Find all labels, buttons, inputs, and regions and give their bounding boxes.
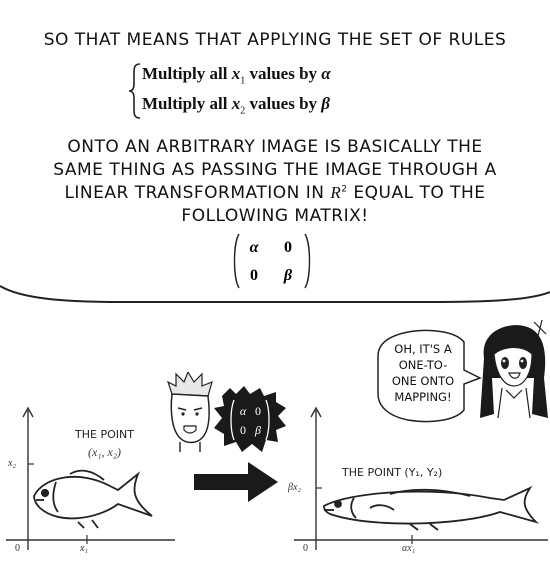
rule-2: Multiply all x2 values by β [142,94,330,117]
rules-brace [128,63,141,119]
right-x-axis-label: αx₁ [402,543,416,554]
right-y-axis-label: βx₂ [288,482,301,493]
fish-transformed [323,485,540,531]
speech-line-4: MAPPING! [394,390,452,404]
head-matrix-blob: α 0 0 β [214,386,286,452]
girl-character [480,319,548,419]
transformation-matrix: α 0 0 β [233,233,311,289]
svg-text:0: 0 [255,404,261,418]
right-origin: 0 [303,543,308,554]
left-x-axis-label: x₁ [80,543,88,554]
right-point-label: THE POINT (y₁, y₂) [342,466,443,479]
svg-text:0: 0 [240,423,246,437]
body-line-1: ONTO AN ARBITRARY IMAGE IS BASICALLY THE [67,137,483,157]
fish-original [33,469,153,529]
left-point-label: THE POINT [75,428,134,441]
svg-text:β: β [254,423,261,437]
svg-text:α: α [240,404,247,418]
matrix-a12: 0 [284,239,292,256]
body-line-3: LINEAR TRANSFORMATION IN R2 EQUAL TO THE [64,183,486,203]
left-plot [6,406,175,550]
matrix-a11: α [250,239,260,256]
body-line-4: FOLLOWING MATRIX! [181,206,369,226]
speech-line-3: ONE ONTO [391,374,455,388]
rule-1: Multiply all x1 values by α [142,64,331,87]
speech-line-1: OH, IT'S A [394,342,452,356]
speech-line-2: ONE-TO- [398,358,448,372]
intro-text: SO THAT MEANS THAT APPLYING THE SET OF R… [43,30,507,50]
left-y-axis-label: x₂ [8,458,16,469]
matrix-a21: 0 [250,267,258,284]
left-origin: 0 [15,543,20,554]
transform-arrow [194,462,278,502]
head-character [166,372,213,452]
body-line-2: SAME THING AS PASSING THE IMAGE THROUGH … [53,160,497,180]
left-point-coords: (x₁, x₂) [88,445,121,459]
matrix-a22: β [283,267,293,284]
